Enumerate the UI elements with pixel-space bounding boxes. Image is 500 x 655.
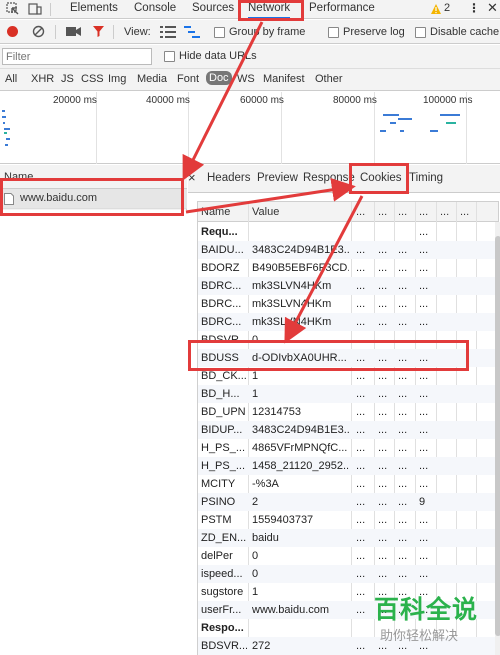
watermark-logo: 百科全说 助你轻松解决 [366, 590, 496, 648]
annotation-arrows [182, 21, 364, 344]
watermark-title: 百科全说 [374, 596, 479, 624]
watermark-subtitle: 助你轻松解决 [380, 628, 459, 643]
